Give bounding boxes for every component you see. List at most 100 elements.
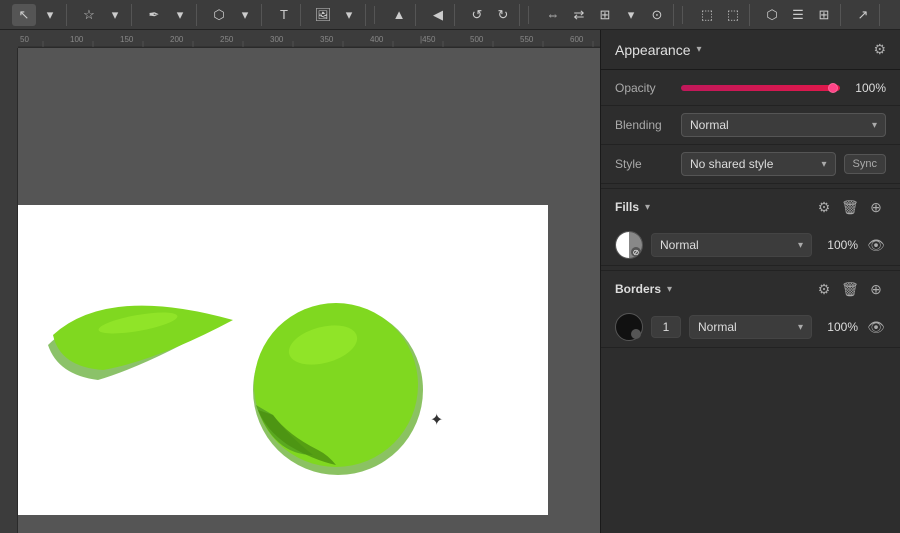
- fills-delete-icon[interactable]: 🗑: [840, 197, 860, 217]
- pen-dropdown[interactable]: ▾: [168, 4, 192, 26]
- borders-delete-icon[interactable]: 🗑: [840, 279, 860, 299]
- border-blend-value: Normal: [698, 320, 737, 334]
- style-dropdown-arrow: ▾: [822, 159, 827, 170]
- svg-text:100: 100: [70, 35, 84, 44]
- star-tools: ☆ ▾: [73, 4, 132, 26]
- svg-text:500: 500: [470, 35, 484, 44]
- left-shape[interactable]: [48, 306, 233, 380]
- sync-button[interactable]: Sync: [844, 154, 886, 174]
- ruler-corner: [0, 30, 18, 48]
- pen-tools: ✒ ▾: [138, 4, 197, 26]
- canvas-area[interactable]: 50 100 150 200 250 300 350 400 |450 500 …: [0, 30, 600, 533]
- canvas-white: [18, 205, 548, 515]
- opacity-thumb: [828, 83, 838, 93]
- redo-tool[interactable]: ↻: [491, 4, 515, 26]
- svg-text:250: 250: [220, 35, 234, 44]
- fill-blend-arrow: ▾: [798, 240, 803, 251]
- fill-blend-value: Normal: [660, 238, 699, 252]
- border-blend-dropdown[interactable]: Normal ▾: [689, 315, 812, 339]
- border-width-input[interactable]: 1: [651, 316, 681, 338]
- fills-actions: ⚙ 🗑 ⊕: [814, 197, 886, 217]
- style-row: Style No shared style ▾ Sync: [601, 145, 900, 184]
- separator1: [374, 6, 375, 24]
- image-dropdown[interactable]: ▾: [337, 4, 361, 26]
- shape-tools: ⬡ ▾: [203, 4, 262, 26]
- pages-tool[interactable]: ☰: [786, 4, 810, 26]
- fills-section-header: Fills ▾ ⚙ 🗑 ⊕: [601, 188, 900, 225]
- main-area: 50 100 150 200 250 300 350 400 |450 500 …: [0, 30, 900, 533]
- opacity-slider[interactable]: [681, 81, 840, 95]
- undo-tool[interactable]: ↺: [465, 4, 489, 26]
- layout-tool[interactable]: ⊞: [812, 4, 836, 26]
- triangle-tool[interactable]: ▲: [387, 4, 411, 26]
- panel-title-arrow: ▾: [697, 44, 702, 55]
- select-tools: ↖ ▾: [8, 4, 67, 26]
- border-visibility-icon[interactable]: 👁: [866, 317, 886, 337]
- text-tool[interactable]: T: [272, 4, 296, 26]
- borders-add-icon[interactable]: ⊕: [866, 279, 886, 299]
- fill-opacity-value: 100%: [820, 238, 858, 252]
- panel-header: Appearance ▾ ⚙: [601, 30, 900, 70]
- svg-text:600: 600: [570, 35, 584, 44]
- shape-tool[interactable]: ⬡: [207, 4, 231, 26]
- exit-tools: ↗: [847, 4, 880, 26]
- boolean-dropdown[interactable]: ▾: [619, 4, 643, 26]
- ruler-vertical: [0, 48, 18, 533]
- opacity-row: Opacity 100%: [601, 70, 900, 106]
- svg-text:350: 350: [320, 35, 334, 44]
- scale-tool[interactable]: ⇔: [541, 4, 565, 26]
- fill-blend-dropdown[interactable]: Normal ▾: [651, 233, 812, 257]
- ruler-horizontal: 50 100 150 200 250 300 350 400 |450 500 …: [0, 30, 600, 48]
- text-tools: T: [268, 4, 301, 26]
- svg-text:50: 50: [20, 35, 29, 44]
- undo-tools: ↺ ↻: [461, 4, 520, 26]
- select-tool[interactable]: ↖: [12, 4, 36, 26]
- border-blend-arrow: ▾: [798, 322, 803, 333]
- blending-value: Normal: [690, 118, 729, 132]
- fills-settings-icon[interactable]: ⚙: [814, 197, 834, 217]
- style-label: Style: [615, 157, 673, 171]
- select-dropdown[interactable]: ▾: [38, 4, 62, 26]
- exit-tool[interactable]: ↗: [851, 4, 875, 26]
- star-tool[interactable]: ☆: [77, 4, 101, 26]
- style-value: No shared style: [690, 157, 773, 171]
- style-dropdown[interactable]: No shared style ▾: [681, 152, 836, 176]
- borders-settings-icon[interactable]: ⚙: [814, 279, 834, 299]
- toolbar: ↖ ▾ ☆ ▾ ✒ ▾ ⬡ ▾ T 🖼 ▾ ▲ ◀ ↺ ↻ ⇔ ⇄ ⊞ ▾ ⊙ …: [0, 0, 900, 30]
- arrange-tool2[interactable]: ⬚: [721, 4, 745, 26]
- blending-dropdown[interactable]: Normal ▾: [681, 113, 886, 137]
- left-arrow-tool[interactable]: ◀: [426, 4, 450, 26]
- arrange-tools: ⬚ ⬚: [691, 4, 750, 26]
- border-opacity-value: 100%: [820, 320, 858, 334]
- svg-text:300: 300: [270, 35, 284, 44]
- arrange-tool1[interactable]: ⬚: [695, 4, 719, 26]
- panel-settings-icon[interactable]: ⚙: [873, 41, 886, 58]
- swatch-white-half: [616, 232, 629, 258]
- fill-visibility-icon[interactable]: 👁: [866, 235, 886, 255]
- shape-dropdown[interactable]: ▾: [233, 4, 257, 26]
- borders-label: Borders: [615, 282, 661, 296]
- image-tool[interactable]: 🖼: [311, 4, 335, 26]
- triangle-tools: ▲: [383, 4, 416, 26]
- svg-text:550: 550: [520, 35, 534, 44]
- borders-arrow: ▾: [667, 284, 672, 295]
- opacity-track: [681, 85, 840, 91]
- border-color-swatch[interactable]: [615, 313, 643, 341]
- blending-dropdown-arrow: ▾: [872, 120, 877, 131]
- opacity-value: 100%: [848, 81, 886, 95]
- svg-text:150: 150: [120, 35, 134, 44]
- border-item: 1 Normal ▾ 100% 👁: [601, 307, 900, 348]
- borders-actions: ⚙ 🗑 ⊕: [814, 279, 886, 299]
- star-dropdown[interactable]: ▾: [103, 4, 127, 26]
- fill-item: ⊘ Normal ▾ 100% 👁: [601, 225, 900, 266]
- mask-tool[interactable]: ⊙: [645, 4, 669, 26]
- arrow-tools: ◀: [422, 4, 455, 26]
- extra-tools: ⬡ ☰ ⊞: [756, 4, 841, 26]
- flip-h-tool[interactable]: ⇄: [567, 4, 591, 26]
- boolean-tool[interactable]: ⊞: [593, 4, 617, 26]
- component-tool[interactable]: ⬡: [760, 4, 784, 26]
- pen-tool[interactable]: ✒: [142, 4, 166, 26]
- right-shape[interactable]: [253, 303, 423, 475]
- fills-add-icon[interactable]: ⊕: [866, 197, 886, 217]
- fill-color-swatch[interactable]: ⊘: [615, 231, 643, 259]
